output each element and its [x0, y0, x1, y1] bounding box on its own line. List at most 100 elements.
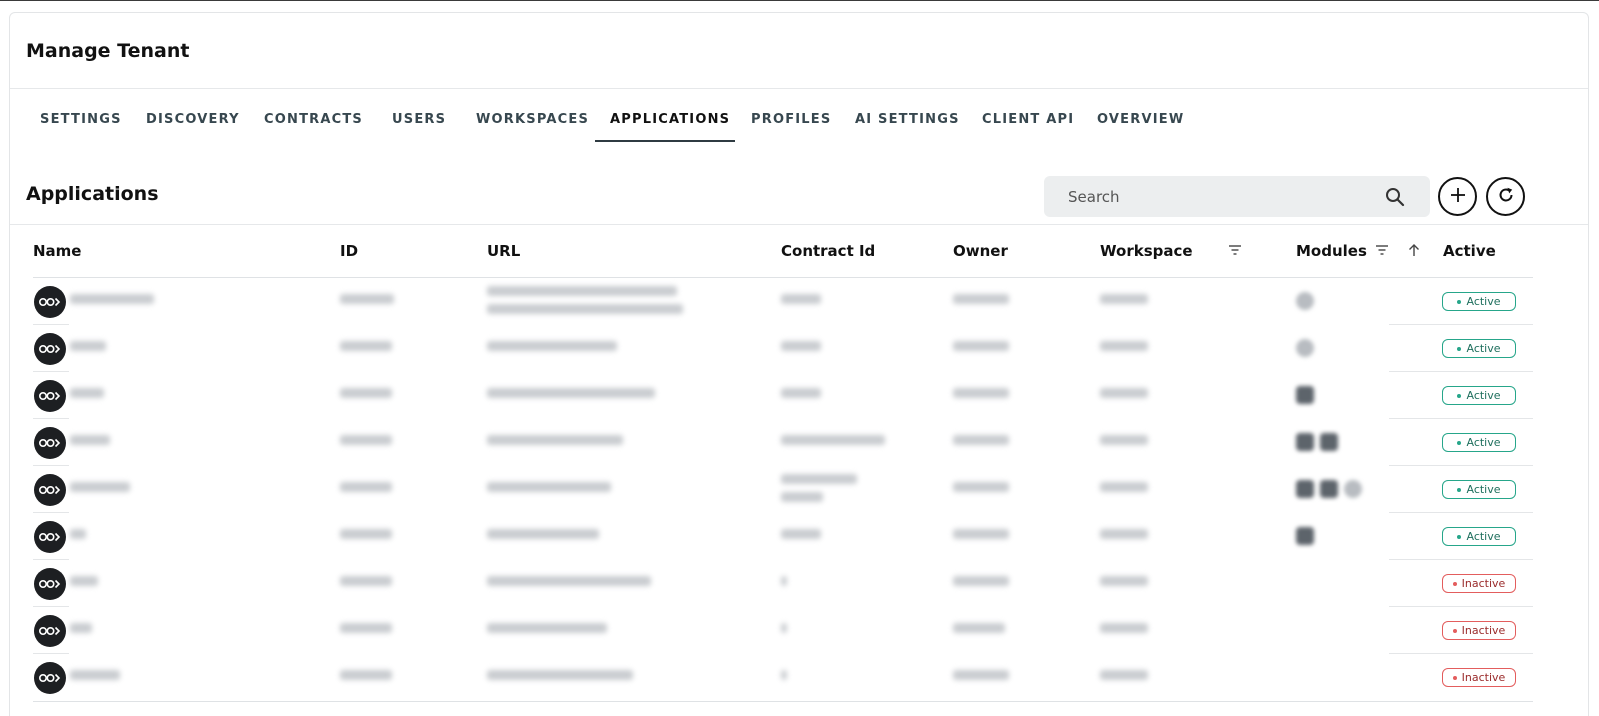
modules-filter-icon[interactable] — [1374, 242, 1390, 258]
cell-name-obscured — [70, 435, 110, 445]
status-badge: Inactive — [1442, 621, 1516, 640]
application-logo-icon — [34, 568, 66, 600]
module-icon — [1296, 386, 1314, 404]
tab-overview[interactable]: OVERVIEW — [1097, 100, 1184, 142]
application-logo-icon — [34, 427, 66, 459]
cell-name-obscured — [70, 341, 106, 351]
search-icon[interactable] — [1384, 186, 1406, 208]
module-icon — [1320, 480, 1338, 498]
cell-url-obscured — [487, 388, 655, 398]
column-header-modules: Modules — [1296, 242, 1367, 260]
status-label: Active — [1466, 342, 1501, 355]
module-icon — [1296, 527, 1314, 545]
cell-url-obscured — [487, 576, 651, 586]
cell-contract-id-obscured — [781, 435, 885, 445]
tab-settings[interactable]: SETTINGS — [40, 100, 122, 142]
column-header-owner: Owner — [953, 242, 1008, 260]
search-input[interactable] — [1044, 176, 1384, 217]
cell-url-obscured — [487, 304, 683, 314]
table-row[interactable]: Active — [33, 513, 1533, 560]
tab-client-api[interactable]: CLIENT API — [982, 100, 1074, 142]
cell-url-obscured — [487, 670, 633, 680]
application-logo-icon — [34, 615, 66, 647]
cell-id-obscured — [340, 576, 392, 586]
status-label: Inactive — [1461, 671, 1506, 684]
table-row[interactable]: Active — [33, 419, 1533, 466]
application-logo-icon — [34, 333, 66, 365]
application-logo-icon — [34, 521, 66, 553]
cell-name-obscured — [70, 529, 86, 539]
table-bottom-divider — [33, 701, 1533, 702]
module-icon — [1296, 292, 1314, 310]
cell-contract-id-obscured — [781, 576, 787, 586]
status-badge: Active — [1442, 433, 1516, 452]
status-badge: Inactive — [1442, 668, 1516, 687]
status-label: Active — [1466, 483, 1501, 496]
cell-url-obscured — [487, 529, 599, 539]
cell-owner-obscured — [953, 341, 1009, 351]
cell-owner-obscured — [953, 435, 1009, 445]
tab-contracts[interactable]: CONTRACTS — [264, 100, 363, 142]
cell-name-obscured — [70, 670, 120, 680]
tab-applications[interactable]: APPLICATIONS — [610, 100, 730, 142]
status-badge: Active — [1442, 527, 1516, 546]
table-row[interactable]: Inactive — [33, 607, 1533, 654]
status-badge: Active — [1442, 480, 1516, 499]
cell-workspace-obscured — [1100, 529, 1148, 539]
cell-url-obscured — [487, 435, 623, 445]
sort-ascending-icon[interactable] — [1406, 242, 1422, 258]
cell-workspace-obscured — [1100, 623, 1148, 633]
cell-id-obscured — [340, 529, 392, 539]
status-dot-icon — [1457, 346, 1462, 351]
column-header-workspace: Workspace — [1100, 242, 1193, 260]
status-dot-icon — [1457, 487, 1462, 492]
cell-contract-id-obscured — [781, 341, 821, 351]
refresh-button[interactable] — [1486, 177, 1525, 216]
window-top-border — [0, 0, 1599, 1]
workspace-filter-icon[interactable] — [1227, 242, 1243, 258]
cell-url-obscured — [487, 341, 617, 351]
application-logo-icon — [34, 286, 66, 318]
tab-workspaces[interactable]: WORKSPACES — [476, 100, 589, 142]
cell-owner-obscured — [953, 623, 1005, 633]
status-dot-icon — [1452, 675, 1457, 680]
cell-owner-obscured — [953, 576, 1009, 586]
cell-name-obscured — [70, 294, 154, 304]
status-label: Active — [1466, 530, 1501, 543]
table-row[interactable]: Active — [33, 278, 1533, 325]
cell-owner-obscured — [953, 482, 1009, 492]
cell-id-obscured — [340, 341, 392, 351]
status-dot-icon — [1452, 581, 1457, 586]
plus-icon — [1449, 186, 1467, 208]
status-badge: Active — [1442, 339, 1516, 358]
add-application-button[interactable] — [1438, 177, 1477, 216]
active-tab-indicator — [595, 140, 735, 142]
tab-users[interactable]: USERS — [392, 100, 446, 142]
table-row[interactable]: Active — [33, 466, 1533, 513]
cell-workspace-obscured — [1100, 482, 1148, 492]
cell-url-obscured — [487, 623, 607, 633]
status-dot-icon — [1457, 534, 1462, 539]
tab-ai-settings[interactable]: AI SETTINGS — [855, 100, 960, 142]
cell-owner-obscured — [953, 670, 1009, 680]
table-row[interactable]: Inactive — [33, 560, 1533, 607]
table-row[interactable]: Inactive — [33, 654, 1533, 701]
column-header-id: ID — [340, 242, 359, 260]
cell-workspace-obscured — [1100, 294, 1148, 304]
status-dot-icon — [1452, 628, 1457, 633]
cell-id-obscured — [340, 670, 392, 680]
search-box — [1044, 176, 1430, 217]
cell-name-obscured — [70, 576, 98, 586]
tab-profiles[interactable]: PROFILES — [751, 100, 831, 142]
status-label: Active — [1466, 295, 1501, 308]
status-badge: Inactive — [1442, 574, 1516, 593]
table-row[interactable]: Active — [33, 372, 1533, 419]
table-row[interactable]: Active — [33, 325, 1533, 372]
cell-contract-id-obscured — [781, 474, 857, 484]
status-dot-icon — [1457, 393, 1462, 398]
cell-contract-id-obscured — [781, 670, 787, 680]
status-label: Active — [1466, 389, 1501, 402]
column-header-contract-id: Contract Id — [781, 242, 876, 260]
tab-discovery[interactable]: DISCOVERY — [146, 100, 240, 142]
column-header-url: URL — [487, 242, 521, 260]
